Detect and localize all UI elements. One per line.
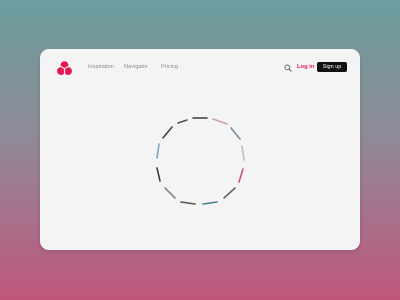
nav-link-pricing[interactable]: Pricing bbox=[161, 63, 178, 71]
main-card: Inspiration Navigator Pricing Log in Sig… bbox=[40, 49, 360, 250]
signup-button[interactable]: Sign up bbox=[317, 62, 347, 72]
top-navigation: Inspiration Navigator Pricing Log in Sig… bbox=[40, 49, 360, 89]
trefoil-logo-icon[interactable] bbox=[56, 60, 73, 77]
search-icon[interactable] bbox=[284, 64, 292, 72]
circular-loading-spinner-icon bbox=[156, 117, 245, 205]
nav-link-navigator[interactable]: Navigator bbox=[124, 63, 148, 71]
login-link[interactable]: Log in bbox=[297, 63, 314, 71]
nav-link-inspiration[interactable]: Inspiration bbox=[88, 63, 114, 71]
